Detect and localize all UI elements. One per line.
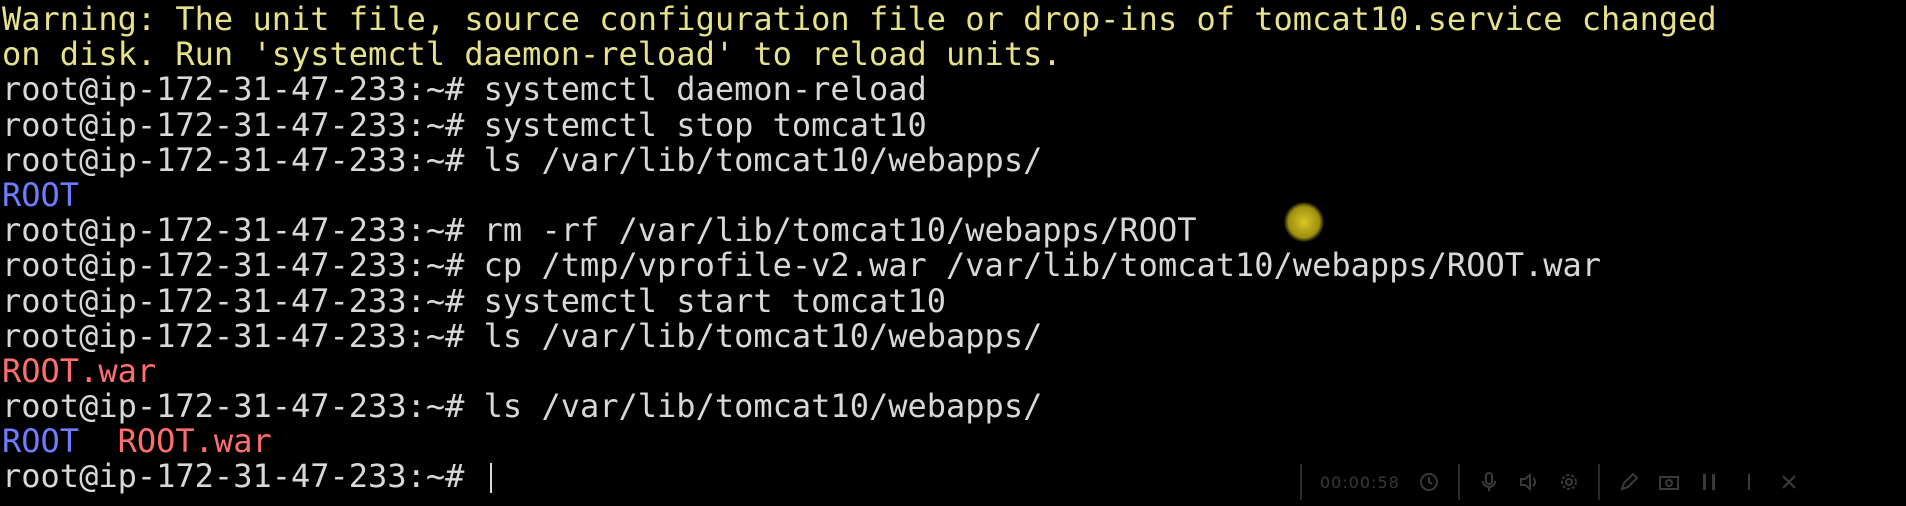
settings-icon[interactable] [1558,471,1580,493]
archive-entry: ROOT.war [117,424,272,460]
toolbar-separator [1457,464,1460,500]
directory-entry: ROOT [2,424,80,460]
toolbar-separator [1597,464,1600,500]
pause-icon[interactable] [1698,471,1720,493]
command-line: root@ip-172-31-47-233:~# ls /var/lib/tom… [2,319,1906,354]
shell-prompt: root@ip-172-31-47-233:~# [2,248,465,284]
toolbar-separator [1300,464,1302,500]
speaker-icon[interactable] [1518,471,1540,493]
shell-prompt: root@ip-172-31-47-233:~# [2,72,465,108]
command-text: cp /tmp/vprofile-v2.war /var/lib/tomcat1… [464,248,1602,284]
shell-prompt: root@ip-172-31-47-233:~# [2,142,465,178]
command-line: root@ip-172-31-47-233:~# ls /var/lib/tom… [2,389,1906,424]
clock-icon[interactable] [1418,471,1440,493]
text-cursor[interactable] [489,463,492,494]
command-text: ls /var/lib/tomcat10/webapps/ [464,318,1043,354]
shell-prompt: root@ip-172-31-47-233:~# [2,389,465,425]
terminal-window[interactable]: Warning: The unit file, source configura… [0,0,1906,506]
archive-entry: ROOT.war [2,353,157,390]
microphone-icon[interactable] [1478,471,1500,493]
pen-icon[interactable] [1618,471,1640,493]
recording-timer: 00:00:58 [1320,472,1400,492]
command-line: root@ip-172-31-47-233:~# systemctl daemo… [2,72,1906,107]
shell-prompt: root@ip-172-31-47-233:~# [2,318,465,354]
directory-entry: ROOT [2,177,80,214]
command-text: ls /var/lib/tomcat10/webapps/ [464,142,1043,178]
shell-prompt: root@ip-172-31-47-233:~# [2,213,465,249]
close-icon[interactable] [1778,471,1800,493]
cursor-highlight [1284,202,1324,242]
command-line: root@ip-172-31-47-233:~# systemctl stop … [2,108,1906,143]
command-line: root@ip-172-31-47-233:~# rm -rf /var/lib… [2,213,1906,248]
command-text: systemctl start tomcat10 [464,283,947,319]
warning-line: on disk. Run 'systemctl daemon-reload' t… [2,37,1062,73]
command-output: ROOT [2,178,1906,213]
shell-prompt: root@ip-172-31-47-233:~# [2,107,465,143]
command-text: systemctl stop tomcat10 [464,107,927,143]
command-line: root@ip-172-31-47-233:~# systemctl start… [2,284,1906,319]
command-text: rm -rf /var/lib/tomcat10/webapps/ROOT [464,213,1197,249]
recording-toolbar: 00:00:58 [1300,460,1900,504]
command-text: ls /var/lib/tomcat10/webapps/ [464,389,1043,425]
shell-prompt: root@ip-172-31-47-233:~# [2,283,465,319]
command-output: ROOT ROOT.war [2,424,1906,459]
camera-icon[interactable] [1658,471,1680,493]
stop-icon[interactable] [1738,471,1760,493]
command-text: systemctl daemon-reload [464,72,927,108]
command-output: ROOT.war [2,354,1906,389]
warning-line: Warning: The unit file, source configura… [2,2,1717,38]
command-line: root@ip-172-31-47-233:~# ls /var/lib/tom… [2,143,1906,178]
command-line: root@ip-172-31-47-233:~# cp /tmp/vprofil… [2,248,1906,283]
shell-prompt: root@ip-172-31-47-233:~# [2,459,465,495]
command-text [464,459,483,494]
